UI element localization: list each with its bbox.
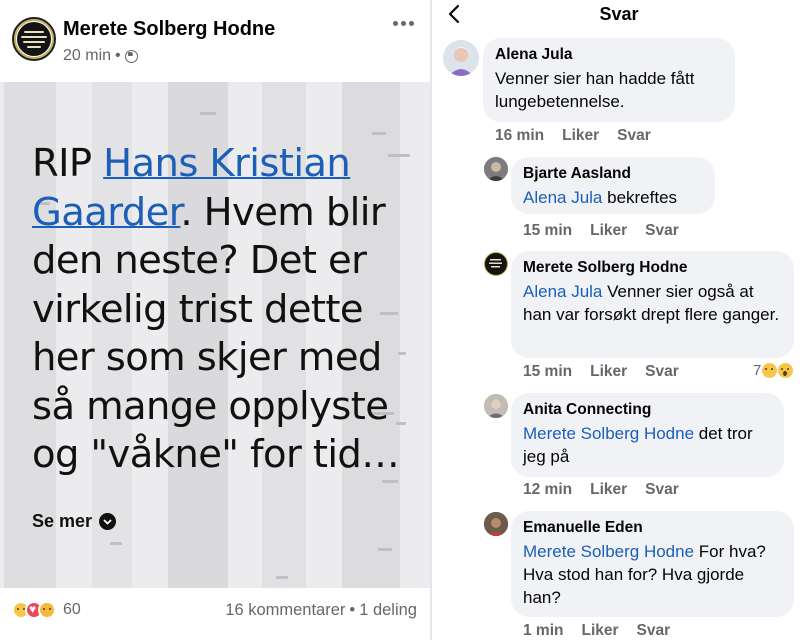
comment-author[interactable]: Merete Solberg Hodne: [523, 258, 782, 278]
reaction-count: 60: [63, 601, 81, 618]
replies-topbar: Svar: [432, 0, 806, 30]
comment-text: Alena Jula bekreftes: [523, 188, 678, 207]
comment-actions: 16 min Liker Svar: [495, 127, 651, 145]
comment-actions: 1 min Liker Svar: [523, 622, 670, 640]
shares-count-link[interactable]: 1 deling: [359, 601, 417, 619]
comment-bubble: Emanuelle Eden Merete Solberg Hodne For …: [511, 511, 794, 617]
comment-reaction-badge[interactable]: 7: [753, 362, 794, 379]
comment-bubble: Merete Solberg Hodne Alena Jula Venner s…: [511, 251, 794, 358]
post-background: RIP Hans Kristian Gaarder. Hvem blir den…: [0, 82, 430, 588]
post-footer: 60 16 kommentarer•1 deling: [0, 588, 430, 640]
mention-link[interactable]: Alena Jula: [523, 188, 602, 207]
avatar[interactable]: [484, 157, 508, 181]
mention-link[interactable]: Merete Solberg Hodne: [523, 542, 694, 561]
post-panel: Merete Solberg Hodne 20 min • RIP Hans K…: [0, 0, 430, 640]
globe-icon: [124, 49, 138, 63]
post-meta: 20 min •: [63, 47, 138, 65]
avatar[interactable]: [484, 394, 508, 418]
replies-panel: Svar Alena Jula Venner sier han hadde få…: [432, 0, 806, 640]
comment-bubble: Bjarte Aasland Alena Jula bekreftes: [511, 157, 715, 214]
more-options-icon[interactable]: [390, 16, 416, 30]
mention-link[interactable]: Merete Solberg Hodne: [523, 424, 694, 443]
comment-text: Merete Solberg Hodne det tror jeg på: [523, 424, 753, 466]
avatar[interactable]: [484, 512, 508, 536]
comment-time[interactable]: 12 min: [523, 481, 572, 499]
comment-actions: 12 min Liker Svar: [523, 481, 679, 499]
reaction-summary[interactable]: 60: [12, 601, 81, 619]
comment-author[interactable]: Alena Jula: [495, 45, 723, 65]
wow-reaction-icon: [778, 363, 794, 378]
reply-button[interactable]: Svar: [645, 481, 679, 499]
comment-bubble: Alena Jula Venner sier han hadde fått lu…: [483, 38, 735, 122]
comment-text: Alena Jula Venner sier også at han var f…: [523, 282, 780, 324]
comment-actions: 15 min Liker Svar: [523, 363, 679, 381]
post-author-name[interactable]: Merete Solberg Hodne: [63, 18, 275, 41]
reply-button[interactable]: Svar: [645, 222, 679, 240]
see-more-button[interactable]: Se mer: [32, 511, 117, 532]
care-reaction-icon: [38, 601, 56, 619]
avatar[interactable]: [443, 40, 479, 76]
chevron-down-icon: [99, 513, 117, 530]
replies-title: Svar: [599, 4, 639, 24]
like-button[interactable]: Liker: [581, 622, 618, 640]
avatar[interactable]: [484, 252, 508, 276]
comment-time[interactable]: 16 min: [495, 127, 544, 145]
like-button[interactable]: Liker: [562, 127, 599, 145]
reply-button[interactable]: Svar: [617, 127, 651, 145]
comment-author[interactable]: Bjarte Aasland: [523, 164, 703, 184]
post-text: RIP Hans Kristian Gaarder. Hvem blir den…: [32, 141, 400, 477]
like-button[interactable]: Liker: [590, 222, 627, 240]
comment-text: Venner sier han hadde fått lungebetennel…: [495, 69, 695, 111]
post-header: Merete Solberg Hodne 20 min •: [0, 0, 430, 82]
meta-separator: •: [115, 47, 121, 64]
reply-button[interactable]: Svar: [637, 622, 671, 640]
comments-count-link[interactable]: 16 kommentarer: [225, 601, 345, 619]
mention-link[interactable]: Alena Jula: [523, 282, 602, 301]
post-timestamp[interactable]: 20 min: [63, 47, 111, 65]
engagement-stats: 16 kommentarer • 1 deling: [225, 601, 417, 619]
like-button[interactable]: Liker: [590, 363, 627, 381]
comment-author[interactable]: Emanuelle Eden: [523, 518, 782, 538]
comment-author[interactable]: Anita Connecting: [523, 400, 772, 420]
comment-time[interactable]: 1 min: [523, 622, 563, 640]
comment-time[interactable]: 15 min: [523, 363, 572, 381]
comment-actions: 15 min Liker Svar: [523, 222, 679, 240]
comment-text: Merete Solberg Hodne For hva? Hva stod h…: [523, 542, 766, 607]
sad-reaction-icon: [762, 363, 778, 378]
like-button[interactable]: Liker: [590, 481, 627, 499]
comment-bubble: Anita Connecting Merete Solberg Hodne de…: [511, 393, 784, 477]
author-avatar[interactable]: [12, 17, 56, 61]
comment-time[interactable]: 15 min: [523, 222, 572, 240]
reply-button[interactable]: Svar: [645, 363, 679, 381]
